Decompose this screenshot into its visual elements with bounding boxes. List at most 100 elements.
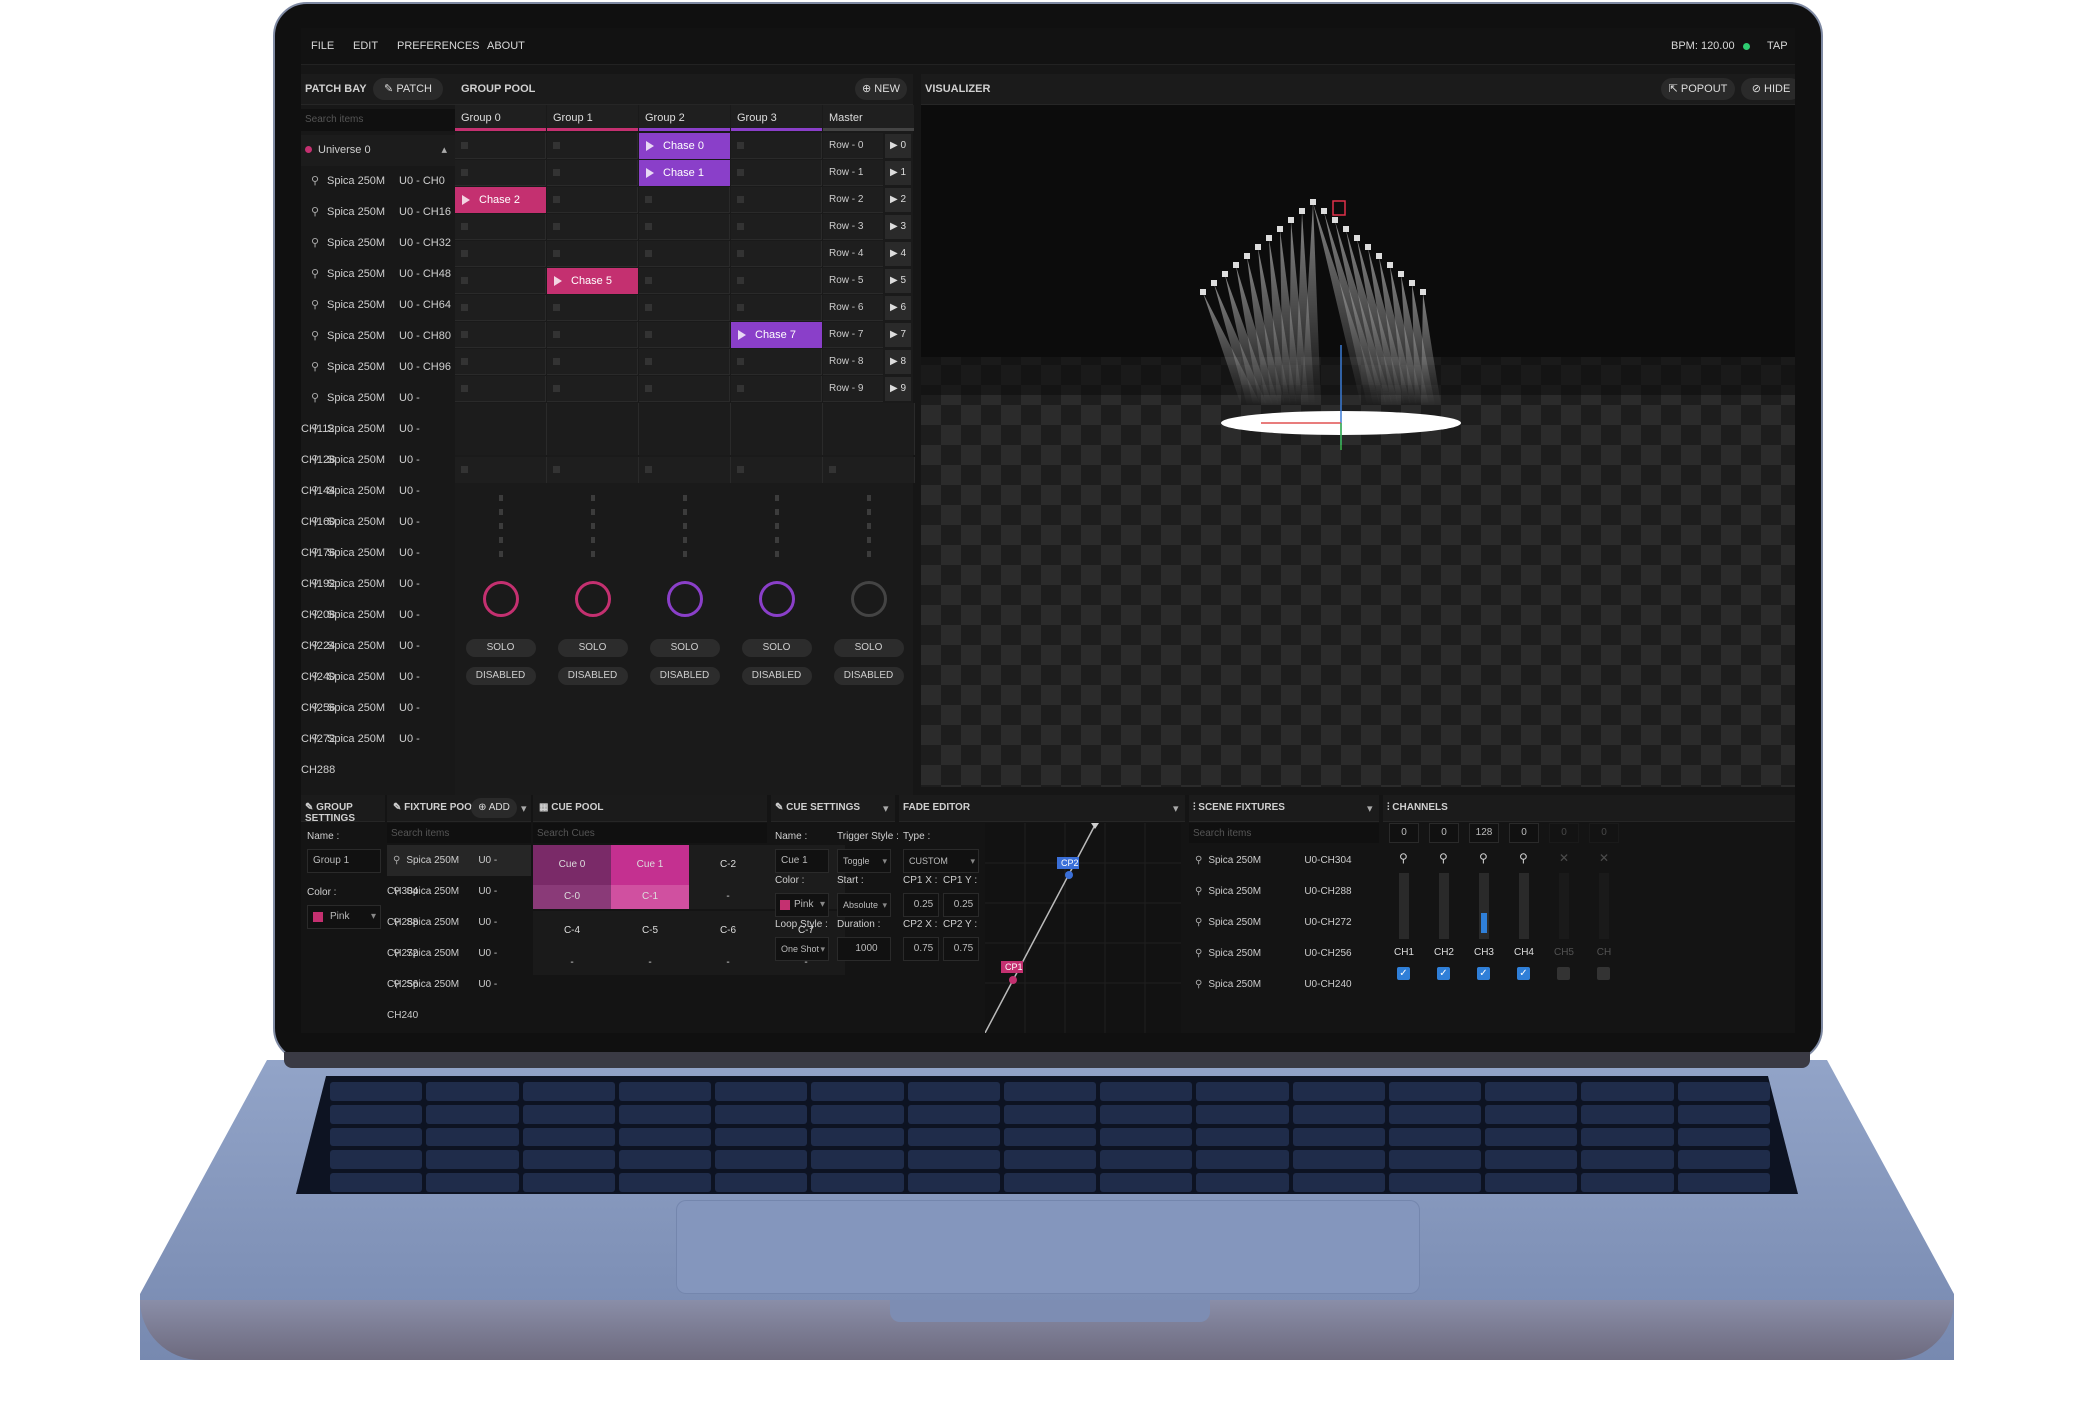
- master-row-play-button[interactable]: ▶ 1: [885, 161, 911, 185]
- moving-head-fixture[interactable]: [1321, 208, 1327, 214]
- group-cell[interactable]: [547, 133, 638, 159]
- channel-enable-checkbox[interactable]: [1557, 967, 1570, 980]
- patch-item[interactable]: ⚲ Spica 250M U0 - CH256: [301, 662, 455, 714]
- group-cell[interactable]: [731, 376, 822, 402]
- group-cell[interactable]: [547, 160, 638, 186]
- duration-field[interactable]: 1000: [837, 937, 891, 961]
- patch-item[interactable]: ⚲ Spica 250M U0 - CH64: [301, 290, 455, 321]
- chevron-down-icon[interactable]: ▾: [1367, 802, 1373, 815]
- channel-enable-checkbox[interactable]: ✓: [1437, 967, 1450, 980]
- master-row-play-button[interactable]: ▶ 0: [885, 134, 911, 158]
- channel-fader[interactable]: [1439, 873, 1449, 939]
- level-knob[interactable]: [666, 581, 703, 617]
- patch-button[interactable]: ✎ PATCH: [373, 78, 443, 100]
- curve-editor[interactable]: CP1 CP2: [984, 823, 1181, 1033]
- disabled-button[interactable]: DISABLED: [649, 667, 720, 685]
- moving-head-fixture[interactable]: [1343, 226, 1349, 232]
- patch-item[interactable]: ⚲ Spica 250M U0 - CH208: [301, 569, 455, 621]
- channel-value-input[interactable]: 0: [1589, 823, 1619, 843]
- scene-fixture-item[interactable]: ⚲ Spica 250M U0-CH272: [1189, 907, 1379, 938]
- patch-item[interactable]: ⚲ Spica 250M U0 - CH288: [301, 724, 455, 776]
- group-cell[interactable]: [639, 268, 730, 294]
- channel-value-input[interactable]: 0: [1549, 823, 1579, 843]
- popout-button[interactable]: ⇱ POPOUT: [1661, 78, 1735, 100]
- moving-head-fixture[interactable]: [1398, 271, 1404, 277]
- group-cell[interactable]: [639, 241, 730, 267]
- group-cell[interactable]: [455, 241, 546, 267]
- chase-cell[interactable]: Chase 7: [731, 322, 822, 348]
- group-cell[interactable]: [455, 214, 546, 240]
- moving-head-fixture[interactable]: [1211, 280, 1217, 286]
- solo-button[interactable]: SOLO: [833, 639, 904, 657]
- channel-value-input[interactable]: 128: [1469, 823, 1499, 843]
- menu-preferences[interactable]: PREFERENCES: [397, 40, 480, 52]
- fixture-pool-item[interactable]: ⚲ Spica 250M U0 - CH288: [387, 876, 531, 928]
- patch-item[interactable]: ⚲ Spica 250M U0 - CH112: [301, 383, 455, 435]
- group-cell[interactable]: [639, 214, 730, 240]
- group-cell[interactable]: [639, 349, 730, 375]
- level-knob[interactable]: [758, 581, 795, 617]
- channel-value-input[interactable]: 0: [1509, 823, 1539, 843]
- solo-button[interactable]: SOLO: [649, 639, 720, 657]
- chevron-down-icon[interactable]: ▾: [1173, 802, 1179, 815]
- moving-head-fixture[interactable]: [1233, 262, 1239, 268]
- collapse-caret-icon[interactable]: ▴: [441, 135, 447, 166]
- patch-item[interactable]: ⚲ Spica 250M U0 - CH240: [301, 631, 455, 683]
- moving-head-fixture[interactable]: [1387, 262, 1393, 268]
- solo-button[interactable]: SOLO: [557, 639, 628, 657]
- new-group-button[interactable]: ⊕ NEW: [855, 78, 907, 100]
- group-cell[interactable]: [731, 133, 822, 159]
- group-cell[interactable]: [731, 160, 822, 186]
- cue-name-field[interactable]: Cue 1: [775, 849, 829, 873]
- group-cell[interactable]: [455, 376, 546, 402]
- disabled-button[interactable]: DISABLED: [741, 667, 812, 685]
- group-cell[interactable]: [731, 241, 822, 267]
- scene-fixture-item[interactable]: ⚲ Spica 250M U0-CH256: [1189, 938, 1379, 969]
- patch-item[interactable]: ⚲ Spica 250M U0 - CH80: [301, 321, 455, 352]
- group-cell[interactable]: [731, 349, 822, 375]
- channel-enable-checkbox[interactable]: ✓: [1517, 967, 1530, 980]
- group-cell[interactable]: [455, 133, 546, 159]
- moving-head-fixture[interactable]: [1310, 199, 1316, 205]
- menu-about[interactable]: ABOUT: [487, 40, 525, 52]
- group-name-field[interactable]: Group 1: [307, 849, 381, 873]
- group-cell[interactable]: [639, 322, 730, 348]
- group-cell[interactable]: [639, 187, 730, 213]
- cue-tile[interactable]: C-5: [611, 911, 689, 951]
- cue-color-select[interactable]: Pink ▾: [775, 893, 829, 917]
- group-color-select[interactable]: Pink ▾: [307, 905, 381, 929]
- disabled-button[interactable]: DISABLED: [833, 667, 904, 685]
- master-row-play-button[interactable]: ▶ 5: [885, 269, 911, 293]
- channel-fader[interactable]: [1399, 873, 1409, 939]
- patch-item[interactable]: ⚲ Spica 250M U0 - CH144: [301, 445, 455, 497]
- patch-search-input[interactable]: Search items: [301, 109, 455, 131]
- loop-style-select[interactable]: One Shot ▾: [775, 937, 829, 961]
- cue-tile[interactable]: C-2: [689, 845, 767, 885]
- start-select[interactable]: Absolute ▾: [837, 893, 891, 917]
- solo-button[interactable]: SOLO: [465, 639, 536, 657]
- disabled-button[interactable]: DISABLED: [465, 667, 536, 685]
- master-row-play-button[interactable]: ▶ 6: [885, 296, 911, 320]
- chase-cell[interactable]: Chase 1: [639, 160, 730, 186]
- fixture-pool-item[interactable]: ⚲ Spica 250M U0 - CH304: [387, 845, 531, 897]
- cue-tile[interactable]: Cue 0: [533, 845, 611, 885]
- moving-head-fixture[interactable]: [1332, 217, 1338, 223]
- channel-value-input[interactable]: 0: [1429, 823, 1459, 843]
- patch-item[interactable]: ⚲ Spica 250M U0 - CH224: [301, 600, 455, 652]
- trigger-style-select[interactable]: Toggle ▾: [837, 849, 891, 873]
- group-cell[interactable]: [455, 349, 546, 375]
- moving-head-fixture[interactable]: [1376, 253, 1382, 259]
- group-cell[interactable]: [731, 268, 822, 294]
- fixture-pool-item[interactable]: ⚲ Spica 250M U0 - CH256: [387, 938, 531, 990]
- menu-file[interactable]: FILE: [311, 40, 334, 52]
- patch-item[interactable]: ⚲ Spica 250M U0 - CH176: [301, 507, 455, 559]
- patch-item[interactable]: ⚲ Spica 250M U0 - CH128: [301, 414, 455, 466]
- cp1-handle[interactable]: [1009, 976, 1017, 984]
- moving-head-fixture[interactable]: [1266, 235, 1272, 241]
- group-cell[interactable]: [547, 241, 638, 267]
- visualizer-canvas[interactable]: [921, 105, 1795, 787]
- master-row-play-button[interactable]: ▶ 9: [885, 377, 911, 401]
- group-cell[interactable]: [547, 349, 638, 375]
- group-cell[interactable]: [547, 187, 638, 213]
- moving-head-fixture[interactable]: [1277, 226, 1283, 232]
